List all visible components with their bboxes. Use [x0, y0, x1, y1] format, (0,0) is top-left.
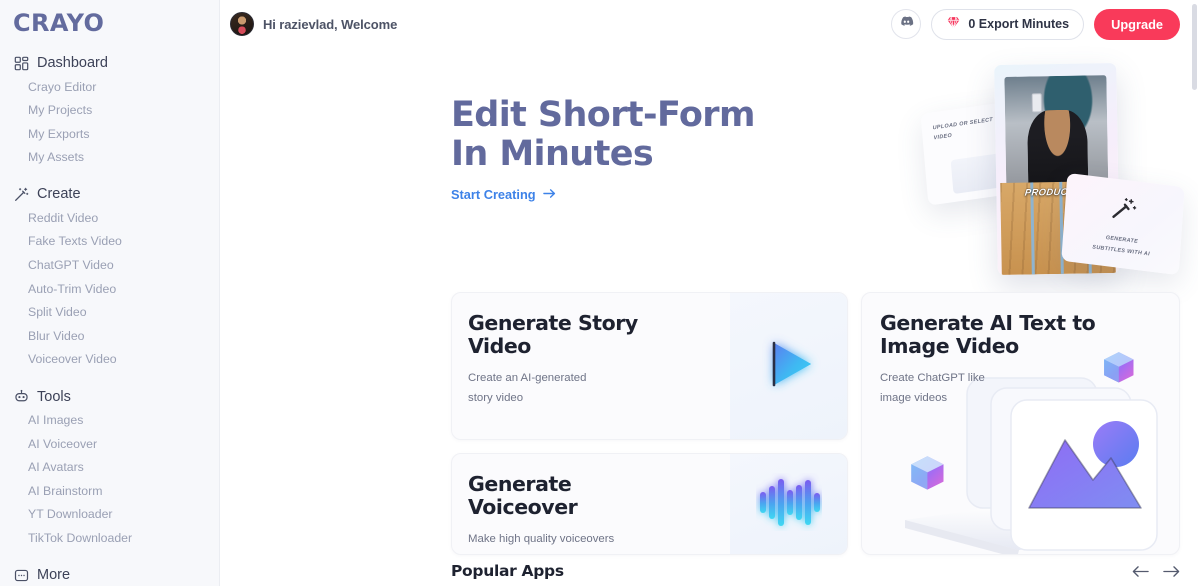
text-to-image-card-description: Create ChatGPT like image videos [880, 372, 985, 405]
generate-ai-text-to-image-video-card[interactable]: Generate AI Text to Image Video Create C… [861, 292, 1180, 555]
start-creating-link[interactable]: Start Creating [451, 187, 556, 202]
hero-subtitles-panel: GENERATE SUBTITLES WITH AI [1061, 172, 1185, 276]
sidebar-group-label: Tools [37, 388, 71, 405]
popular-apps-carousel-nav [1132, 564, 1180, 579]
sidebar-sublist-create: Reddit Video Fake Texts Video ChatGPT Vi… [0, 205, 219, 371]
sidebar-item-fake-texts-video[interactable]: Fake Texts Video [0, 230, 219, 254]
generate-voiceover-card[interactable]: Generate Voiceover Make high quality voi… [451, 453, 848, 555]
popular-apps-section: Popular Apps [451, 562, 1180, 580]
voiceover-card-art [730, 454, 847, 554]
hero-video-floor [1000, 181, 1116, 275]
sidebar-item-crayo-editor[interactable]: Crayo Editor [0, 75, 219, 99]
sidebar-group-header-dashboard[interactable]: Dashboard [0, 52, 219, 74]
sidebar-group-header-create[interactable]: Create [0, 183, 219, 205]
sidebar-item-my-exports[interactable]: My Exports [0, 122, 219, 146]
main-content: Hi razievlad, Welcome 0 Export Minutes U… [220, 0, 1198, 586]
sidebar-group-header-more[interactable]: More [0, 564, 219, 586]
sidebar-group-more: More Affiliate Discord [0, 564, 219, 586]
magic-wand-icon [13, 186, 29, 202]
arrow-right-icon [542, 187, 556, 202]
text-to-image-card-title: Generate AI Text to Image Video [880, 311, 1096, 359]
story-card-art [730, 293, 847, 439]
robot-icon [13, 389, 29, 405]
sidebar-item-my-assets[interactable]: My Assets [0, 146, 219, 170]
sidebar-group-create: Create Reddit Video Fake Texts Video Cha… [0, 183, 219, 371]
brand-logo[interactable]: CRAYO [0, 0, 219, 35]
avatar[interactable] [230, 12, 254, 36]
sidebar-item-reddit-video[interactable]: Reddit Video [0, 206, 219, 230]
sidebar-item-chatgpt-video[interactable]: ChatGPT Video [0, 254, 219, 278]
sidebar-group-tools: Tools AI Images AI Voiceover AI Avatars … [0, 386, 219, 551]
story-card-description: Create an AI-generated story video [468, 372, 587, 405]
sidebar-item-ai-images[interactable]: AI Images [0, 409, 219, 433]
page-scrollbar[interactable] [1192, 2, 1197, 584]
ai-wand-icon [1110, 194, 1138, 228]
sidebar-group-header-tools[interactable]: Tools [0, 386, 219, 408]
play-triangle-icon [757, 332, 821, 401]
sidebar-item-auto-trim-video[interactable]: Auto-Trim Video [0, 277, 219, 301]
sidebar-item-tiktok-downloader[interactable]: TikTok Downloader [0, 527, 219, 551]
text-to-image-card-body: Generate AI Text to Image Video Create C… [862, 293, 1179, 409]
story-card-body: Generate Story Video Create an AI-genera… [452, 293, 638, 439]
sidebar-item-ai-brainstorm[interactable]: AI Brainstorm [0, 479, 219, 503]
image-stack-icon [897, 352, 1175, 554]
voiceover-card-body: Generate Voiceover Make high quality voi… [452, 454, 614, 554]
gem-icon [946, 15, 961, 33]
generate-story-video-card[interactable]: Generate Story Video Create an AI-genera… [451, 292, 848, 440]
sidebar-item-split-video[interactable]: Split Video [0, 301, 219, 325]
export-minutes-label: 0 Export Minutes [968, 17, 1070, 31]
sidebar-item-ai-avatars[interactable]: AI Avatars [0, 456, 219, 480]
sidebar-item-blur-video[interactable]: Blur Video [0, 324, 219, 348]
hero-title: Edit Short-Form In Minutes [451, 95, 755, 175]
hero-section: Edit Short-Form In Minutes Start Creatin… [220, 48, 1198, 280]
grid-icon [13, 55, 29, 71]
discord-icon [899, 14, 914, 34]
sidebar-group-label: More [37, 567, 71, 584]
sidebar-item-my-projects[interactable]: My Projects [0, 99, 219, 123]
sidebar-sublist-dashboard: Crayo Editor My Projects My Exports My A… [0, 74, 219, 169]
sidebar-item-voiceover-video[interactable]: Voiceover Video [0, 348, 219, 372]
topbar-actions: 0 Export Minutes Upgrade [891, 8, 1180, 40]
sidebar-group-label: Dashboard [37, 55, 108, 71]
story-card-title: Generate Story Video [468, 311, 638, 359]
voiceover-card-title: Generate Voiceover [468, 472, 578, 520]
upgrade-button[interactable]: Upgrade [1094, 8, 1180, 40]
feature-cards: Generate Story Video Create an AI-genera… [451, 292, 1180, 555]
sidebar-group-dashboard: Dashboard Crayo Editor My Projects My Ex… [0, 52, 219, 169]
popular-apps-title: Popular Apps [451, 562, 564, 580]
audio-waveform-icon [756, 473, 822, 536]
sidebar: CRAYO Dashboard Crayo Editor My Projects… [0, 0, 220, 586]
export-minutes-button[interactable]: 0 Export Minutes [931, 8, 1085, 40]
app-root: CRAYO Dashboard Crayo Editor My Projects… [0, 0, 1198, 586]
arrow-right-icon[interactable] [1163, 564, 1180, 579]
discord-button[interactable] [891, 9, 922, 39]
sidebar-item-ai-voiceover[interactable]: AI Voiceover [0, 432, 219, 456]
voiceover-card-description: Make high quality voiceovers in seconds [468, 533, 615, 554]
sidebar-item-yt-downloader[interactable]: YT Downloader [0, 503, 219, 527]
greeting-block: Hi razievlad, Welcome [230, 12, 397, 36]
topbar: Hi razievlad, Welcome 0 Export Minutes U… [220, 0, 1198, 48]
hero-subtitles-label: GENERATE SUBTITLES WITH AI [1092, 235, 1151, 258]
arrow-left-icon[interactable] [1132, 564, 1149, 579]
sidebar-sublist-tools: AI Images AI Voiceover AI Avatars AI Bra… [0, 408, 219, 551]
more-box-icon [13, 567, 29, 583]
sidebar-group-label: Create [37, 186, 81, 203]
feature-cards-left-column: Generate Story Video Create an AI-genera… [451, 292, 848, 555]
hero-video-caption: PRODUCTIVE [1024, 186, 1091, 199]
greeting-text: Hi razievlad, Welcome [263, 16, 398, 32]
start-creating-label: Start Creating [451, 187, 536, 203]
